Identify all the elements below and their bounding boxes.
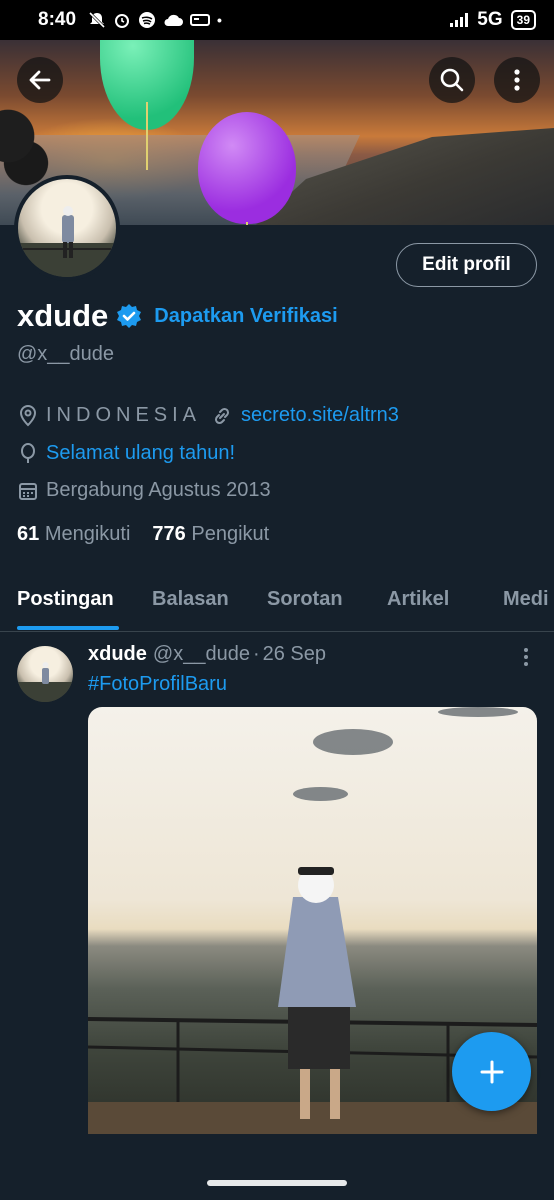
post-avatar[interactable] [17,646,73,702]
following-count: 61 [17,523,40,545]
profile-website-link[interactable]: secreto.site/altrn3 [241,404,399,427]
get-verified-link[interactable]: Dapatkan Verifikasi [154,305,337,328]
verified-badge-icon [117,304,142,328]
spotify-icon [139,12,156,28]
edit-profile-button[interactable]: Edit profil [396,243,537,287]
link-icon [215,407,230,424]
active-tab-indicator [17,626,119,630]
purple-balloon-string [246,222,248,225]
cloud-icon [164,14,184,26]
tab-highlights[interactable]: Sorotan [267,588,343,611]
birthday-row: Selamat ulang tahun! [18,442,235,465]
search-button[interactable] [429,57,475,103]
post-author[interactable]: xdude [88,643,147,666]
back-button[interactable] [17,57,63,103]
tab-articles[interactable]: Artikel [387,588,449,611]
following-link[interactable]: 61 Mengikuti [17,523,130,546]
profile-avatar[interactable] [14,175,120,281]
back-arrow-icon [29,70,51,90]
post-header: xdude @x__dude · 26 Sep [88,643,326,666]
purple-balloon [198,112,296,224]
joined-date: Bergabung Agustus 2013 [46,479,271,501]
more-vertical-icon [524,648,528,666]
green-balloon-string [146,102,148,170]
joined-row: Bergabung Agustus 2013 [18,479,271,502]
search-icon [440,68,464,92]
location-pin-icon [19,404,37,426]
bottom-bar [0,1134,554,1200]
name-row: xdude Dapatkan Verifikasi [17,298,338,334]
status-right: 5G 39 [449,9,536,31]
following-label: Mengikuti [44,523,131,545]
dot-icon: • [217,12,222,28]
network-type: 5G [477,9,503,30]
banner-tree [0,100,50,190]
compose-button[interactable] [452,1032,531,1111]
signal-icon [450,13,469,27]
post-handle: @x__dude [152,643,250,665]
follow-stats: 61 Mengikuti 776 Pengikut [17,523,269,546]
post-separator: · [252,643,260,665]
birthday-link[interactable]: Selamat ulang tahun! [46,442,235,465]
tab-media[interactable]: Medi [503,588,549,611]
profile-name: xdude [17,298,109,333]
card-icon [190,14,211,26]
avatar-person-icon [18,206,116,277]
post-more-button[interactable] [516,646,536,673]
post-hashtag[interactable]: #FotoProfilBaru [88,673,227,696]
plus-icon [480,1060,503,1083]
more-vertical-icon [514,69,520,91]
profile-handle: @x__dude [17,343,115,365]
profile-location: INDONESIA [46,404,202,426]
status-bar: 8:40 • 5G 39 [0,0,554,40]
tab-replies[interactable]: Balasan [152,588,229,611]
profile-tabs: Postingan Balasan Sorotan Artikel Medi [0,572,554,632]
followers-link[interactable]: 776 Pengikut [152,523,269,546]
balloon-icon [21,442,35,463]
more-button[interactable] [494,57,540,103]
followers-count: 776 [152,523,186,545]
alarm-icon [115,14,130,28]
location-website-row: INDONESIA secreto.site/altrn3 [18,404,399,427]
mute-bell-icon [88,11,106,29]
status-icons: • [88,11,222,29]
battery-level: 39 [510,10,536,30]
status-time: 8:40 [38,9,77,30]
post-date[interactable]: 26 Sep [263,643,326,666]
followers-label: Pengikut [191,523,270,545]
tab-posts[interactable]: Postingan [17,588,114,611]
home-indicator[interactable] [207,1180,347,1186]
post-avatar-person-icon [17,662,73,702]
calendar-icon [19,482,37,500]
